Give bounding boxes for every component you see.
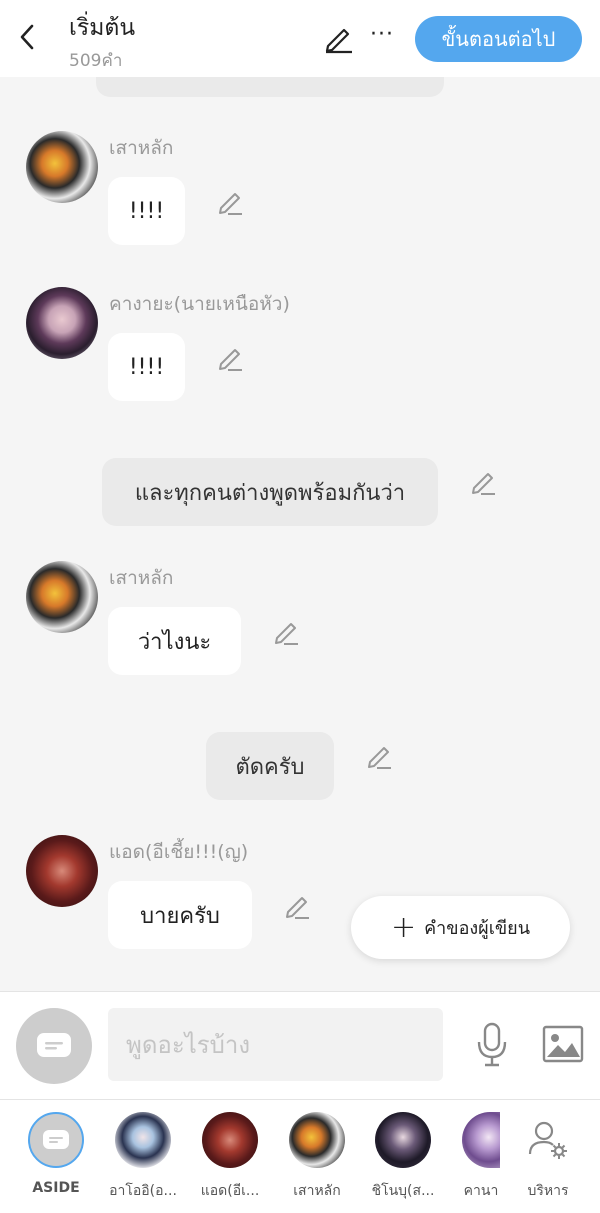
user-settings-icon [528, 1121, 567, 1159]
partial-narration-bubble[interactable] [96, 77, 444, 97]
microphone-icon [477, 1022, 507, 1067]
avatar-pillars[interactable] [26, 131, 98, 203]
manage-icon-wrap [520, 1112, 576, 1168]
character-shinobu[interactable]: ชิโนบุ(ส... [363, 1112, 443, 1208]
character-aoi[interactable]: อาโออิ(อ... [103, 1112, 183, 1208]
chat-area[interactable]: เสาหลัก !!!! คางายะ(นายเหนือหัว) !!!! แล… [0, 77, 600, 991]
word-count: 509คำ [69, 51, 123, 71]
sender-name: คางายะ(นายเหนือหัว) [109, 293, 290, 315]
message-bubble[interactable]: ว่าไงนะ [108, 607, 241, 675]
chevron-left-icon [20, 24, 34, 50]
character-name: คานา [463, 1183, 499, 1199]
message-bubble[interactable]: บายครับ [108, 881, 252, 949]
manage-characters[interactable]: บริหาร [508, 1112, 588, 1208]
more-options-button[interactable]: ··· [368, 22, 396, 52]
author-note-button[interactable]: + คำของผู้เขียน [351, 896, 570, 959]
message-composer [0, 991, 600, 1099]
narration-bubble[interactable]: ตัดครับ [206, 732, 334, 800]
character-admin[interactable]: แอด(อีเ... [190, 1112, 270, 1208]
avatar-admin[interactable] [26, 835, 98, 907]
avatar [202, 1112, 258, 1168]
aside-toggle-button[interactable] [16, 1008, 92, 1084]
avatar [115, 1112, 171, 1168]
avatar [462, 1112, 500, 1168]
message-bubble[interactable]: !!!! [108, 333, 185, 401]
character-name: ชิโนบุ(ส... [371, 1183, 435, 1199]
pencil-icon[interactable] [365, 743, 393, 771]
sender-name: เสาหลัก [109, 567, 174, 589]
character-name: บริหาร [527, 1183, 569, 1199]
avatar [375, 1112, 431, 1168]
chat-bubble-icon [43, 1130, 69, 1149]
back-button[interactable] [14, 22, 40, 52]
top-bar: เริ่มต้น 509คำ ··· ขั้นตอนต่อไป [0, 0, 600, 77]
message-bubble[interactable]: !!!! [108, 177, 185, 245]
author-note-label: คำของผู้เขียน [424, 918, 531, 939]
chat-bubble-icon [37, 1033, 71, 1057]
image-icon [542, 1025, 584, 1063]
pencil-icon [325, 28, 352, 54]
character-pillars[interactable]: เสาหลัก [277, 1112, 357, 1208]
character-name: เสาหลัก [293, 1183, 341, 1199]
character-name: อาโออิ(อ... [109, 1183, 177, 1199]
message-input[interactable] [108, 1008, 443, 1081]
voice-button[interactable] [473, 1022, 511, 1068]
pencil-icon[interactable] [216, 345, 244, 373]
sender-name: เสาหลัก [109, 137, 174, 159]
page-title: เริ่มต้น [69, 15, 136, 41]
edit-title-button[interactable] [322, 24, 354, 54]
avatar-pillars[interactable] [26, 561, 98, 633]
next-step-button[interactable]: ขั้นตอนต่อไป [415, 16, 582, 62]
pencil-icon[interactable] [216, 189, 244, 217]
narration-bubble[interactable]: และทุกคนต่างพูดพร้อมกันว่า [102, 458, 438, 526]
avatar-kagaya[interactable] [26, 287, 98, 359]
character-name: ASIDE [32, 1180, 80, 1196]
insert-image-button[interactable] [541, 1024, 585, 1064]
pencil-icon[interactable] [272, 619, 300, 647]
character-aside[interactable]: ASIDE [16, 1112, 96, 1208]
pencil-icon[interactable] [469, 469, 497, 497]
character-name: แอด(อีเ... [200, 1183, 260, 1199]
plus-icon: + [390, 909, 417, 945]
sender-name: แอด(อีเชี้ย!!!(ญ) [109, 841, 249, 863]
character-kanao[interactable]: คานา [446, 1112, 500, 1208]
aside-avatar [28, 1112, 84, 1168]
pencil-icon[interactable] [283, 893, 311, 921]
avatar [289, 1112, 345, 1168]
character-selector: ASIDE อาโออิ(อ... แอด(อีเ... เสาหลัก ชิโ… [0, 1099, 600, 1213]
